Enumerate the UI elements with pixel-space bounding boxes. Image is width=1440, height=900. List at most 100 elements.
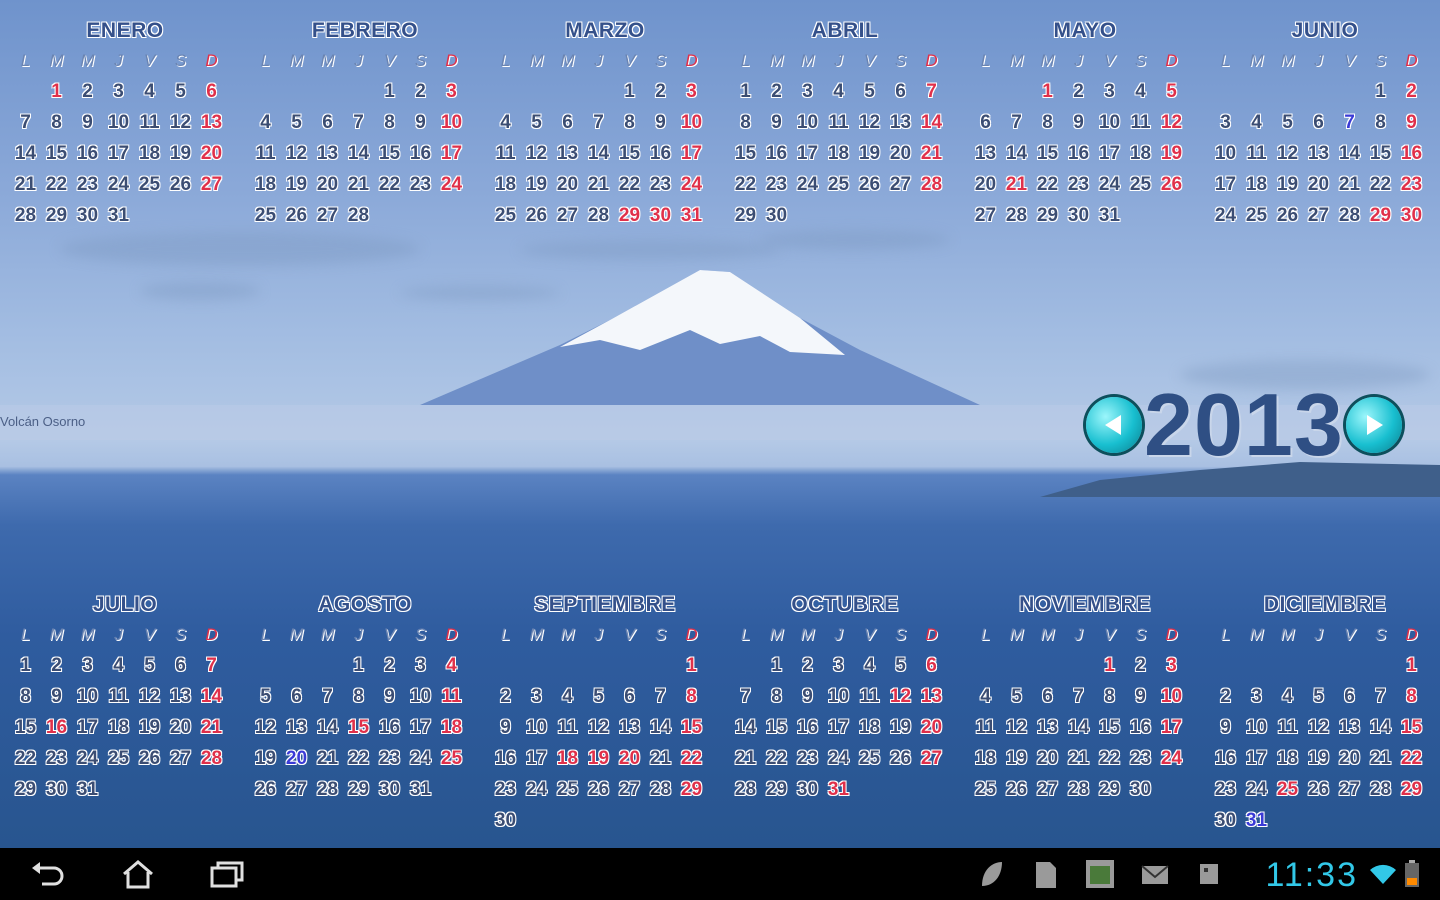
day-cell[interactable]: 2	[761, 76, 792, 107]
day-cell[interactable]: 4	[250, 107, 281, 138]
day-cell[interactable]: 28	[312, 774, 343, 805]
day-cell[interactable]: 9	[1396, 107, 1427, 138]
day-cell[interactable]: 26	[134, 743, 165, 774]
day-cell[interactable]: 5	[1303, 681, 1334, 712]
day-cell[interactable]: 5	[165, 76, 196, 107]
day-cell[interactable]: 5	[134, 650, 165, 681]
day-cell[interactable]: 3	[792, 76, 823, 107]
day-cell[interactable]: 1	[730, 76, 761, 107]
day-cell[interactable]: 30	[1396, 200, 1427, 231]
day-cell[interactable]: 12	[134, 681, 165, 712]
day-cell[interactable]: 14	[1334, 138, 1365, 169]
day-cell[interactable]: 3	[1156, 650, 1187, 681]
day-cell[interactable]: 27	[165, 743, 196, 774]
day-cell[interactable]: 11	[1125, 107, 1156, 138]
day-cell[interactable]: 21	[645, 743, 676, 774]
day-cell[interactable]: 19	[250, 743, 281, 774]
day-cell[interactable]: 17	[521, 743, 552, 774]
day-cell[interactable]: 24	[1156, 743, 1187, 774]
day-cell[interactable]: 20	[1303, 169, 1334, 200]
day-cell[interactable]: 25	[1125, 169, 1156, 200]
recent-apps-button[interactable]	[206, 858, 246, 895]
day-cell[interactable]: 26	[281, 200, 312, 231]
day-cell[interactable]: 29	[676, 774, 707, 805]
day-cell[interactable]: 19	[521, 169, 552, 200]
day-cell[interactable]: 12	[1156, 107, 1187, 138]
day-cell[interactable]: 16	[792, 712, 823, 743]
day-cell[interactable]: 21	[312, 743, 343, 774]
day-cell[interactable]: 20	[970, 169, 1001, 200]
day-cell[interactable]: 4	[436, 650, 467, 681]
day-cell[interactable]: 29	[1396, 774, 1427, 805]
day-cell[interactable]: 18	[103, 712, 134, 743]
day-cell[interactable]: 23	[405, 169, 436, 200]
day-cell[interactable]: 24	[1094, 169, 1125, 200]
day-cell[interactable]: 12	[1001, 712, 1032, 743]
day-cell[interactable]: 8	[10, 681, 41, 712]
day-cell[interactable]: 22	[614, 169, 645, 200]
day-cell[interactable]: 24	[405, 743, 436, 774]
day-cell[interactable]: 23	[1210, 774, 1241, 805]
day-cell[interactable]: 20	[1334, 743, 1365, 774]
day-cell[interactable]: 20	[614, 743, 645, 774]
day-cell[interactable]: 26	[583, 774, 614, 805]
day-cell[interactable]: 1	[614, 76, 645, 107]
day-cell[interactable]: 26	[854, 169, 885, 200]
day-cell[interactable]: 3	[103, 76, 134, 107]
day-cell[interactable]: 23	[72, 169, 103, 200]
day-cell[interactable]: 30	[645, 200, 676, 231]
day-cell[interactable]: 19	[165, 138, 196, 169]
day-cell[interactable]: 29	[761, 774, 792, 805]
notification-calendar[interactable]	[1196, 858, 1222, 895]
day-cell[interactable]: 27	[970, 200, 1001, 231]
day-cell[interactable]: 17	[405, 712, 436, 743]
day-cell[interactable]: 7	[1334, 107, 1365, 138]
day-cell[interactable]: 29	[41, 200, 72, 231]
day-cell[interactable]: 16	[645, 138, 676, 169]
day-cell[interactable]: 26	[1303, 774, 1334, 805]
day-cell[interactable]: 27	[1303, 200, 1334, 231]
day-cell[interactable]: 27	[1334, 774, 1365, 805]
day-cell[interactable]: 11	[436, 681, 467, 712]
day-cell[interactable]: 31	[1094, 200, 1125, 231]
day-cell[interactable]: 31	[405, 774, 436, 805]
day-cell[interactable]: 1	[761, 650, 792, 681]
day-cell[interactable]: 16	[1125, 712, 1156, 743]
day-cell[interactable]: 19	[281, 169, 312, 200]
day-cell[interactable]: 30	[1210, 805, 1241, 836]
day-cell[interactable]: 4	[970, 681, 1001, 712]
day-cell[interactable]: 15	[10, 712, 41, 743]
day-cell[interactable]: 28	[583, 200, 614, 231]
day-cell[interactable]: 3	[521, 681, 552, 712]
day-cell[interactable]: 9	[374, 681, 405, 712]
day-cell[interactable]: 22	[761, 743, 792, 774]
day-cell[interactable]: 14	[10, 138, 41, 169]
day-cell[interactable]: 15	[1365, 138, 1396, 169]
day-cell[interactable]: 29	[1032, 200, 1063, 231]
day-cell[interactable]: 21	[1063, 743, 1094, 774]
day-cell[interactable]: 13	[1032, 712, 1063, 743]
day-cell[interactable]: 18	[250, 169, 281, 200]
day-cell[interactable]: 29	[1094, 774, 1125, 805]
day-cell[interactable]: 5	[854, 76, 885, 107]
day-cell[interactable]: 8	[761, 681, 792, 712]
day-cell[interactable]: 20	[885, 138, 916, 169]
day-cell[interactable]: 14	[343, 138, 374, 169]
day-cell[interactable]: 13	[1303, 138, 1334, 169]
day-cell[interactable]: 14	[1365, 712, 1396, 743]
day-cell[interactable]: 11	[854, 681, 885, 712]
day-cell[interactable]: 15	[374, 138, 405, 169]
day-cell[interactable]: 19	[1156, 138, 1187, 169]
day-cell[interactable]: 1	[1365, 76, 1396, 107]
day-cell[interactable]: 2	[1063, 76, 1094, 107]
day-cell[interactable]: 18	[823, 138, 854, 169]
day-cell[interactable]: 28	[343, 200, 374, 231]
day-cell[interactable]: 20	[916, 712, 947, 743]
day-cell[interactable]: 1	[374, 76, 405, 107]
day-cell[interactable]: 25	[970, 774, 1001, 805]
day-cell[interactable]: 17	[436, 138, 467, 169]
day-cell[interactable]: 6	[970, 107, 1001, 138]
day-cell[interactable]: 13	[165, 681, 196, 712]
day-cell[interactable]: 9	[1063, 107, 1094, 138]
day-cell[interactable]: 15	[343, 712, 374, 743]
